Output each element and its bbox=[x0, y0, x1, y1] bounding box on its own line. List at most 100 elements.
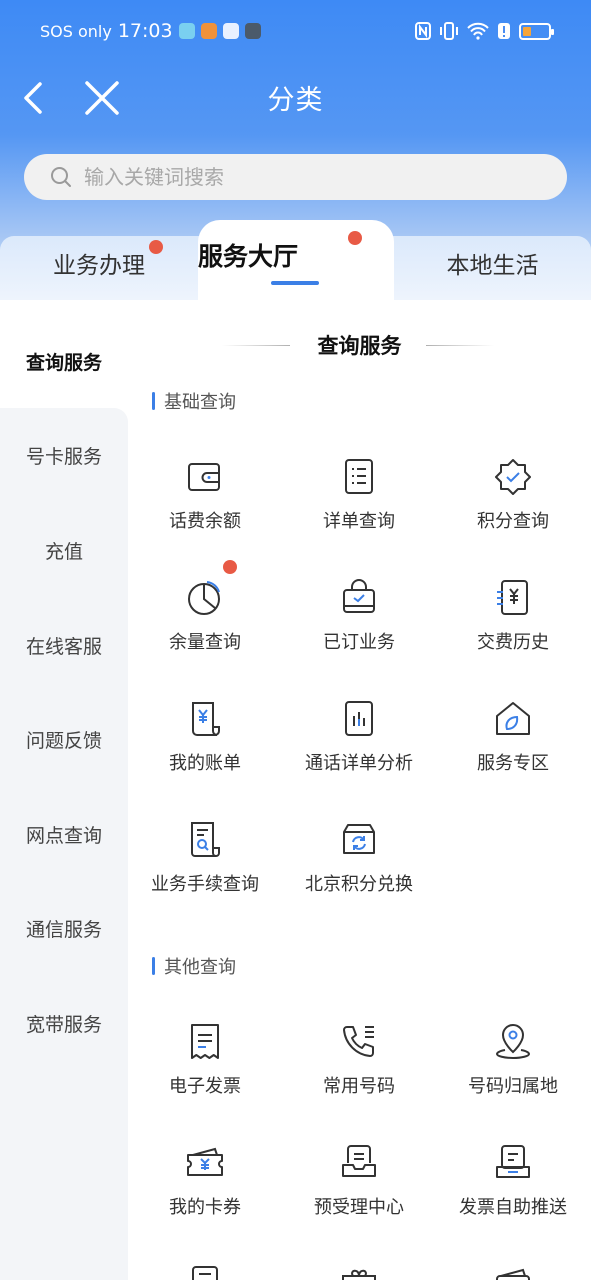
page-title: 分类 bbox=[267, 85, 324, 116]
app-notification-icon bbox=[244, 23, 261, 39]
tab-service-hall[interactable]: 服务大厅 bbox=[198, 220, 394, 300]
inbox-document-icon bbox=[342, 1145, 376, 1177]
phone-list-icon bbox=[343, 1026, 374, 1057]
grid-item-label: 话费余额 bbox=[169, 511, 241, 532]
grid-item-label: 余量查询 bbox=[169, 632, 241, 653]
tab-local-life[interactable]: 本地生活 bbox=[394, 236, 591, 300]
sidebar-item-online-support[interactable]: 在线客服 bbox=[0, 632, 128, 659]
grid-item-number-location[interactable]: 号码归属地 bbox=[436, 1022, 590, 1142]
clock-text: 17:03 bbox=[117, 20, 173, 42]
sidebar-item-label: 查询服务 bbox=[25, 352, 102, 374]
bag-check-icon bbox=[343, 579, 375, 613]
document-icon bbox=[192, 1266, 218, 1280]
sidebar-item-telecom-service[interactable]: 通信服务 bbox=[0, 915, 128, 942]
tab-indicator bbox=[271, 281, 319, 285]
card-icon bbox=[496, 1268, 530, 1280]
battery-icon bbox=[519, 22, 554, 40]
grid-item-partial[interactable] bbox=[282, 1264, 436, 1280]
home-leaf-icon bbox=[496, 702, 530, 735]
grid-item-partial[interactable] bbox=[436, 1264, 590, 1280]
search-input[interactable] bbox=[84, 154, 544, 200]
sidebar-item-card-service[interactable]: 号卡服务 bbox=[0, 442, 128, 469]
wifi-icon bbox=[467, 22, 489, 40]
yen-bill-icon bbox=[192, 702, 220, 736]
sidebar-item-label: 网点查询 bbox=[25, 825, 102, 847]
sidebar-item-recharge[interactable]: 充值 bbox=[0, 537, 128, 564]
tab-label: 业务办理 bbox=[53, 253, 145, 279]
grid-item-payment-history[interactable]: 交费历史 bbox=[436, 578, 590, 698]
sidebar-item-feedback[interactable]: 问题反馈 bbox=[0, 726, 128, 753]
pie-chart-icon bbox=[188, 581, 220, 615]
grid-item-label: 我的卡券 bbox=[169, 1197, 241, 1218]
wallet-icon bbox=[188, 463, 220, 491]
grid-item-remaining-query[interactable]: 余量查询 bbox=[128, 578, 282, 698]
alert-icon bbox=[498, 23, 510, 39]
document-search-icon bbox=[191, 822, 220, 857]
grid-item-service-zone[interactable]: 服务专区 bbox=[436, 699, 590, 819]
section-title: 查询服务 bbox=[317, 334, 402, 358]
grid-item-points-query[interactable]: 积分查询 bbox=[436, 457, 590, 577]
category-sidebar: 查询服务 号卡服务 充值 在线客服 问题反馈 网点查询 通信服务 宽带服务 bbox=[0, 300, 128, 1280]
main-panel: 查询服务 基础查询 话费余额 详单查询 积分查询 余量查询 已订业务 交费历史 bbox=[128, 300, 591, 1280]
vibrate-icon bbox=[440, 22, 458, 40]
grid-item-label: 积分查询 bbox=[477, 511, 549, 532]
tab-badge-dot bbox=[348, 231, 362, 245]
list-document-icon bbox=[345, 459, 373, 494]
grid-item-call-analysis[interactable]: 通话详单分析 bbox=[282, 699, 436, 819]
grid-item-label: 预受理中心 bbox=[314, 1197, 404, 1218]
sidebar-item-outlet-query[interactable]: 网点查询 bbox=[0, 821, 128, 848]
tab-badge-dot bbox=[149, 240, 163, 254]
grid-item-label: 详单查询 bbox=[323, 511, 395, 532]
app-notification-icon bbox=[200, 23, 217, 39]
grid-item-label: 我的账单 bbox=[169, 753, 241, 774]
sidebar-item-label: 在线客服 bbox=[25, 636, 102, 658]
grid-item-label: 已订业务 bbox=[323, 632, 395, 653]
invoice-icon bbox=[191, 1024, 219, 1059]
grid-item-my-coupons[interactable]: 我的卡券 bbox=[128, 1143, 282, 1263]
search-icon bbox=[51, 167, 71, 187]
sidebar-item-label: 号卡服务 bbox=[25, 446, 102, 468]
grid-item-label: 电子发票 bbox=[169, 1076, 241, 1097]
grid-item-label: 业务手续查询 bbox=[151, 874, 259, 895]
group-title-basic: 基础查询 bbox=[152, 388, 236, 414]
badge-check-icon bbox=[495, 459, 531, 495]
app-notification-icon bbox=[178, 23, 195, 39]
grid-item-common-numbers[interactable]: 常用号码 bbox=[282, 1022, 436, 1142]
nav-bar: 分类 bbox=[0, 70, 591, 126]
grid-item-balance[interactable]: 话费余额 bbox=[128, 457, 282, 577]
sidebar-item-label: 通信服务 bbox=[25, 919, 102, 941]
carrier-text: SOS only bbox=[40, 21, 112, 41]
sidebar-item-broadband-service[interactable]: 宽带服务 bbox=[0, 1010, 128, 1037]
grid-item-label: 号码归属地 bbox=[468, 1076, 558, 1097]
sidebar-item-label: 宽带服务 bbox=[25, 1014, 102, 1036]
bar-chart-document-icon bbox=[345, 701, 373, 736]
tab-label: 本地生活 bbox=[446, 253, 539, 279]
grid-item-beijing-points[interactable]: 北京积分兑换 bbox=[282, 820, 436, 940]
grid-item-e-invoice[interactable]: 电子发票 bbox=[128, 1022, 282, 1142]
grid-item-subscribed-services[interactable]: 已订业务 bbox=[282, 578, 436, 698]
group-title-other: 其他查询 bbox=[152, 953, 236, 979]
sidebar-item-label: 充值 bbox=[44, 541, 83, 563]
grid-item-procedure-query[interactable]: 业务手续查询 bbox=[128, 820, 282, 940]
exchange-box-icon bbox=[343, 824, 375, 854]
gift-icon bbox=[342, 1269, 376, 1280]
grid-item-label: 服务专区 bbox=[477, 753, 549, 774]
category-tabs: 业务办理 服务大厅 本地生活 bbox=[0, 220, 591, 300]
item-badge-dot bbox=[223, 560, 237, 574]
grid-item-label: 通话详单分析 bbox=[305, 753, 413, 774]
upload-icon bbox=[222, 23, 239, 39]
grid-item-label: 发票自助推送 bbox=[459, 1197, 567, 1218]
grid-item-my-bill[interactable]: 我的账单 bbox=[128, 699, 282, 819]
search-bar[interactable] bbox=[24, 154, 567, 200]
divider bbox=[426, 345, 494, 346]
content-area: 查询服务 号卡服务 充值 在线客服 问题反馈 网点查询 通信服务 宽带服务 查询… bbox=[0, 300, 591, 1280]
grid-item-invoice-push[interactable]: 发票自助推送 bbox=[436, 1143, 590, 1263]
grid-item-partial[interactable] bbox=[128, 1264, 282, 1280]
nfc-icon bbox=[415, 22, 431, 40]
grid-item-pre-acceptance[interactable]: 预受理中心 bbox=[282, 1143, 436, 1263]
yen-receipt-icon bbox=[497, 580, 528, 615]
grid-item-detail-query[interactable]: 详单查询 bbox=[282, 457, 436, 577]
tab-business[interactable]: 业务办理 bbox=[0, 236, 198, 300]
status-bar: SOS only 17:03 bbox=[0, 18, 591, 48]
sidebar-item-query-service[interactable]: 查询服务 bbox=[0, 348, 128, 375]
